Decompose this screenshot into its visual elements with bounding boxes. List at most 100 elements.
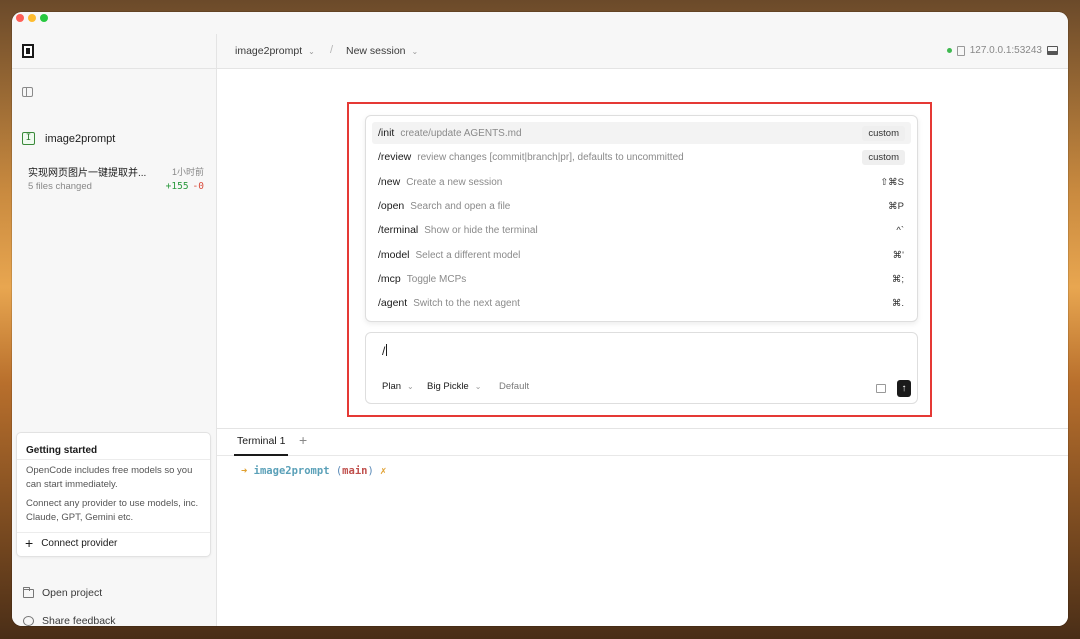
main-content: /init create/update AGENTS.md custom /re…	[217, 69, 1068, 428]
server-icon	[956, 45, 965, 56]
command-item-open[interactable]: /open Search and open a file ⌘P	[372, 195, 911, 217]
top-bar: image2prompt ⌄ / New session ⌄ 127.0.0.1…	[217, 34, 1068, 69]
breadcrumb-session-dropdown[interactable]: New session ⌄	[346, 45, 418, 57]
command-name: /init	[378, 127, 395, 139]
breadcrumb-project-label: image2prompt	[235, 45, 303, 57]
prompt-arrow-icon: ➜	[241, 465, 248, 477]
session-time: 1小时前	[171, 167, 204, 177]
breadcrumb-project-dropdown[interactable]: image2prompt ⌄	[235, 45, 315, 57]
text-caret	[386, 344, 388, 356]
share-feedback-label: Share feedback	[42, 615, 116, 626]
folder-icon	[23, 586, 34, 598]
command-name: /model	[378, 249, 410, 261]
additions-count: +155	[165, 181, 189, 192]
command-shortcut: ^`	[896, 224, 904, 236]
variant-label: Default	[499, 381, 530, 392]
breadcrumb-session-label: New session	[346, 45, 406, 57]
title-bar	[12, 12, 1068, 34]
plus-icon: +	[25, 535, 34, 551]
getting-started-title: Getting started	[26, 445, 98, 456]
tab-terminal-1[interactable]: Terminal 1	[234, 435, 289, 456]
command-item-init[interactable]: /init create/update AGENTS.md custom	[372, 122, 911, 144]
terminal-prompt-line[interactable]: ➜ image2prompt (main) ✗	[241, 465, 386, 477]
command-item-mcp[interactable]: /mcp Toggle MCPs ⌘;	[372, 268, 911, 290]
mode-select[interactable]: Plan ⌄	[382, 381, 414, 392]
session-title[interactable]: 实现网页图片一键提取并...	[28, 164, 158, 179]
command-shortcut: ⌘'	[892, 249, 904, 261]
command-item-agent[interactable]: /agent Switch to the next agent ⌘.	[372, 292, 911, 314]
add-terminal-icon[interactable]: +	[299, 432, 307, 448]
card-divider	[17, 532, 210, 533]
send-button[interactable]: ↑	[897, 380, 911, 397]
command-description: Select a different model	[415, 249, 521, 261]
model-label: Big Pickle	[427, 381, 469, 392]
terminal-branch: main	[342, 465, 368, 477]
command-description: Show or hide the terminal	[424, 224, 538, 236]
terminal-tabs: Terminal 1 +	[217, 429, 1068, 456]
command-name: /new	[378, 176, 401, 188]
command-item-new[interactable]: /new Create a new session ⇧⌘S	[372, 171, 911, 193]
command-description: Search and open a file	[410, 200, 511, 212]
connect-provider-label: Connect provider	[41, 537, 118, 549]
prompt-input[interactable]: /	[382, 344, 388, 358]
variant-select[interactable]: Default	[499, 381, 529, 392]
mode-label: Plan	[382, 381, 402, 392]
branch-paren: )	[367, 465, 374, 477]
sidebar-toggle-icon[interactable]	[22, 87, 33, 97]
chat-bubble-icon	[23, 616, 34, 626]
deletions-count: -0	[192, 181, 204, 192]
command-name: /agent	[378, 297, 408, 309]
sidebar-divider	[12, 68, 216, 69]
terminal-panel: Terminal 1 + ➜ image2prompt (main) ✗	[217, 428, 1068, 626]
share-feedback-button[interactable]: Share feedback	[23, 615, 116, 626]
command-description: create/update AGENTS.md	[400, 127, 522, 139]
command-item-review[interactable]: /review review changes [commit|branch|pr…	[372, 146, 911, 168]
command-shortcut: ⌘;	[891, 273, 904, 285]
arrow-up-icon: ↑	[901, 383, 907, 394]
project-item[interactable]: I image2prompt	[22, 132, 115, 145]
session-files-changed: 5 files changed	[28, 181, 92, 192]
command-item-model[interactable]: /model Select a different model ⌘'	[372, 244, 911, 266]
sidebar: I image2prompt 实现网页图片一键提取并... 1小时前 5 fil…	[12, 34, 217, 626]
open-project-button[interactable]: Open project	[23, 586, 103, 599]
chevron-down-icon: ⌄	[411, 46, 419, 56]
getting-started-text-providers: Connect any provider to use models, inc.…	[26, 498, 199, 523]
server-address: 127.0.0.1:53243	[969, 45, 1042, 56]
connect-provider-button[interactable]: + Connect provider	[25, 535, 118, 551]
command-description: Create a new session	[406, 176, 503, 188]
chevron-down-icon: ⌄	[474, 382, 482, 391]
image-attach-icon[interactable]	[876, 384, 886, 393]
command-description: Switch to the next agent	[413, 297, 520, 309]
card-divider	[17, 459, 210, 460]
command-badge: custom	[862, 149, 905, 165]
prompt-input-box[interactable]: / Plan ⌄ Big Pickle ⌄ Default ↑	[365, 332, 918, 404]
session-diff-stats: +155 -0	[166, 181, 204, 192]
open-project-label: Open project	[42, 587, 103, 599]
command-description: review changes [commit|branch|pr], defau…	[417, 151, 684, 163]
command-shortcut: ⌘.	[891, 297, 904, 309]
maximize-window-button[interactable]	[40, 14, 48, 22]
chevron-down-icon: ⌄	[308, 46, 315, 56]
app-logo-icon	[22, 44, 34, 58]
project-name: image2prompt	[45, 132, 116, 145]
command-name: /mcp	[378, 273, 401, 285]
prompt-value: /	[382, 344, 386, 358]
toggle-panel-icon[interactable]	[1047, 46, 1058, 55]
status-dot-icon	[946, 48, 952, 53]
terminal-directory: image2prompt	[253, 465, 330, 477]
chevron-down-icon: ⌄	[407, 382, 414, 391]
server-status[interactable]: 127.0.0.1:53243	[946, 45, 1042, 56]
command-item-terminal[interactable]: /terminal Show or hide the terminal ^`	[372, 219, 911, 241]
command-name: /terminal	[378, 224, 419, 236]
command-description: Toggle MCPs	[406, 273, 467, 285]
slash-command-menu: /init create/update AGENTS.md custom /re…	[365, 115, 918, 322]
model-select[interactable]: Big Pickle ⌄	[427, 381, 481, 392]
breadcrumb-separator: /	[330, 44, 334, 56]
minimize-window-button[interactable]	[28, 14, 36, 22]
app-window: I image2prompt 实现网页图片一键提取并... 1小时前 5 fil…	[12, 12, 1068, 626]
close-window-button[interactable]	[16, 14, 24, 22]
command-shortcut: ⌘P	[888, 200, 904, 212]
command-badge: custom	[862, 125, 905, 141]
command-shortcut: ⇧⌘S	[880, 176, 904, 188]
getting-started-card: Getting started OpenCode includes free m…	[16, 432, 211, 557]
